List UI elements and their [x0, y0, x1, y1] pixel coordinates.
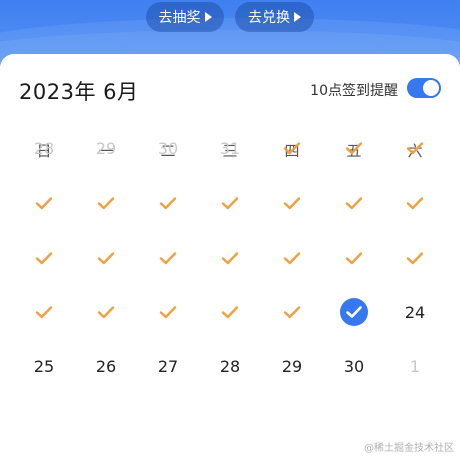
- day-number: 1: [409, 356, 421, 376]
- day-cell-checked[interactable]: [393, 183, 437, 223]
- check-icon: [283, 197, 301, 210]
- day-cell-other-month[interactable]: 30: [146, 128, 190, 168]
- day-cell-checked[interactable]: [84, 183, 128, 223]
- exchange-button[interactable]: 去兑换: [235, 2, 314, 32]
- day-cell[interactable]: 30: [332, 346, 376, 386]
- triangle-right-icon: [204, 12, 212, 22]
- day-cell-checked[interactable]: [84, 292, 128, 332]
- watermark: @稀土掘金技术社区: [364, 443, 454, 454]
- check-icon: [283, 306, 301, 319]
- day-number: 30: [157, 138, 179, 158]
- day-cell-checked[interactable]: [208, 183, 252, 223]
- triangle-right-icon: [294, 12, 301, 22]
- check-icon: [221, 252, 239, 265]
- day-cell[interactable]: 29: [270, 346, 314, 386]
- check-icon: [345, 252, 363, 265]
- day-number: 26: [95, 356, 117, 376]
- calendar-card: 2023年 6月 10点签到提醒 日 一 二 三 四 五 六 28 29 30 31 2…: [0, 54, 460, 460]
- day-number: 29: [95, 138, 117, 158]
- day-cell-checked[interactable]: [146, 292, 190, 332]
- check-icon: [221, 197, 239, 210]
- day-number: 25: [33, 356, 55, 376]
- day-number: 31: [219, 138, 241, 158]
- day-cell[interactable]: 24: [393, 292, 437, 332]
- day-number: 24: [404, 302, 426, 322]
- day-number: 29: [281, 356, 303, 376]
- day-cell[interactable]: 28: [208, 346, 252, 386]
- check-icon: [35, 252, 53, 265]
- day-number: 28: [33, 138, 55, 158]
- day-number: 30: [343, 356, 365, 376]
- day-cell-checked[interactable]: [270, 238, 314, 278]
- day-cell-checked[interactable]: [22, 238, 66, 278]
- check-icon: [35, 306, 53, 319]
- check-icon: [345, 142, 363, 155]
- day-cell-checked[interactable]: [270, 292, 314, 332]
- check-icon: [406, 197, 424, 210]
- check-icon: [159, 252, 177, 265]
- check-icon: [35, 197, 53, 210]
- day-cell[interactable]: 26: [84, 346, 128, 386]
- check-circle-icon: [340, 298, 368, 326]
- day-cell-checked[interactable]: [146, 238, 190, 278]
- day-cell-checked[interactable]: [208, 238, 252, 278]
- day-number: 28: [219, 356, 241, 376]
- day-number: 27: [157, 356, 179, 376]
- lottery-label: 去抽奖: [158, 10, 201, 26]
- day-cell-checked[interactable]: [146, 183, 190, 223]
- check-icon: [345, 197, 363, 210]
- day-cell-checked[interactable]: [22, 183, 66, 223]
- day-cell-other-month[interactable]: 28: [22, 128, 66, 168]
- lottery-button[interactable]: 去抽奖: [146, 2, 224, 32]
- day-cell-other-month[interactable]: 31: [208, 128, 252, 168]
- check-icon: [97, 197, 115, 210]
- check-icon: [283, 252, 301, 265]
- check-icon: [221, 306, 239, 319]
- check-icon: [97, 306, 115, 319]
- day-cell-other-month[interactable]: 29: [84, 128, 128, 168]
- day-cell-other-month[interactable]: 1: [393, 346, 437, 386]
- day-cell-checked[interactable]: [332, 128, 376, 168]
- check-icon: [283, 142, 301, 155]
- day-cell-checked[interactable]: [270, 183, 314, 223]
- check-icon: [159, 306, 177, 319]
- day-cell-today[interactable]: [332, 292, 376, 332]
- day-cell[interactable]: 25: [22, 346, 66, 386]
- day-cell-checked[interactable]: [393, 128, 437, 168]
- day-cell[interactable]: 27: [146, 346, 190, 386]
- check-icon: [406, 252, 424, 265]
- exchange-label: 去兑换: [248, 10, 290, 26]
- day-cell-checked[interactable]: [393, 238, 437, 278]
- day-cell-checked[interactable]: [332, 238, 376, 278]
- day-cell-checked[interactable]: [270, 128, 314, 168]
- check-icon: [97, 252, 115, 265]
- check-icon: [159, 197, 177, 210]
- day-cell-checked[interactable]: [22, 292, 66, 332]
- calendar-grid: 28 29 30 31 24 25 26 27 28 29 30 1: [0, 54, 460, 460]
- day-cell-checked[interactable]: [84, 238, 128, 278]
- day-cell-checked[interactable]: [208, 292, 252, 332]
- check-icon: [406, 142, 424, 155]
- day-cell-checked[interactable]: [332, 183, 376, 223]
